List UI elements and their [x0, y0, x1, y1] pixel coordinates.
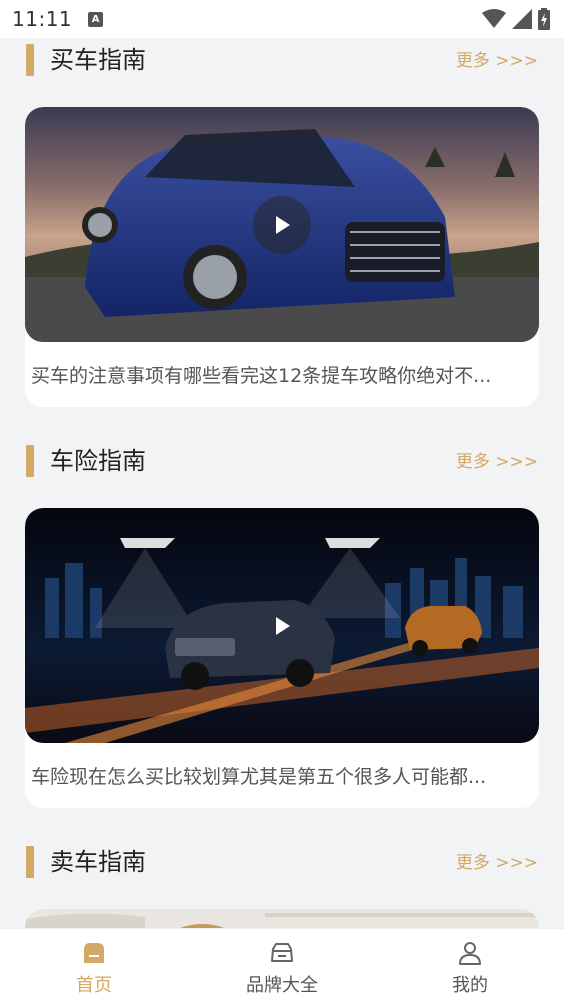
section-title: 买车指南: [50, 46, 146, 74]
play-button[interactable]: [253, 597, 311, 655]
home-icon: [84, 943, 104, 963]
article-thumbnail[interactable]: [25, 508, 539, 743]
content-scroll[interactable]: 买车指南 更多 >>> 买车的注意事项有哪些看完这12条提车攻略你绝对不... …: [0, 38, 564, 928]
article-thumbnail[interactable]: [25, 909, 539, 928]
status-indicators: [482, 8, 550, 30]
play-icon: [276, 617, 290, 635]
tab-home[interactable]: 首页: [0, 929, 188, 1004]
section-header: 卖车指南 更多 >>>: [0, 842, 564, 882]
car-icon: [271, 943, 293, 962]
user-icon: [459, 942, 481, 965]
article-caption: 车险现在怎么买比较划算尤其是第五个很多人可能都...: [31, 766, 487, 788]
tab-profile[interactable]: 我的: [376, 929, 564, 1004]
article-caption: 买车的注意事项有哪些看完这12条提车攻略你绝对不...: [31, 365, 492, 387]
article-thumbnail[interactable]: [25, 107, 539, 342]
tab-label: 首页: [76, 975, 112, 996]
section-buy-car: 买车指南 更多 >>> 买车的注意事项有哪些看完这12条提车攻略你绝对不...: [0, 40, 564, 407]
signal-icon: [512, 9, 532, 29]
battery-icon: [538, 8, 550, 30]
play-button[interactable]: [253, 196, 311, 254]
section-accent-bar: [26, 445, 34, 477]
wifi-icon: [482, 9, 506, 28]
bottom-tab-bar: 首页 品牌大全 我的: [0, 928, 564, 1004]
more-link[interactable]: 更多 >>>: [456, 852, 538, 874]
tab-label: 我的: [452, 975, 488, 996]
section-header: 车险指南 更多 >>>: [0, 441, 564, 481]
article-card[interactable]: 车险现在怎么买比较划算尤其是第五个很多人可能都...: [25, 508, 539, 808]
article-card[interactable]: 买车的注意事项有哪些看完这12条提车攻略你绝对不...: [25, 107, 539, 407]
notification-icon: A: [88, 11, 104, 27]
section-accent-bar: [26, 846, 34, 878]
tab-label: 品牌大全: [246, 975, 318, 996]
article-card[interactable]: [25, 909, 539, 928]
section-header: 买车指南 更多 >>>: [0, 40, 564, 80]
section-title: 车险指南: [50, 447, 146, 475]
status-bar: 11:11 A: [0, 0, 564, 38]
section-insurance: 车险指南 更多 >>> 车险现在怎么买比较划算尤其是第五个很多人可能都...: [0, 441, 564, 808]
section-sell-car: 卖车指南 更多 >>>: [0, 842, 564, 928]
section-accent-bar: [26, 44, 34, 76]
tab-brands[interactable]: 品牌大全: [188, 929, 376, 1004]
more-link[interactable]: 更多 >>>: [456, 451, 538, 473]
status-time: 11:11: [12, 7, 73, 31]
more-link[interactable]: 更多 >>>: [456, 50, 538, 72]
section-title: 卖车指南: [50, 848, 146, 876]
play-icon: [276, 216, 290, 234]
